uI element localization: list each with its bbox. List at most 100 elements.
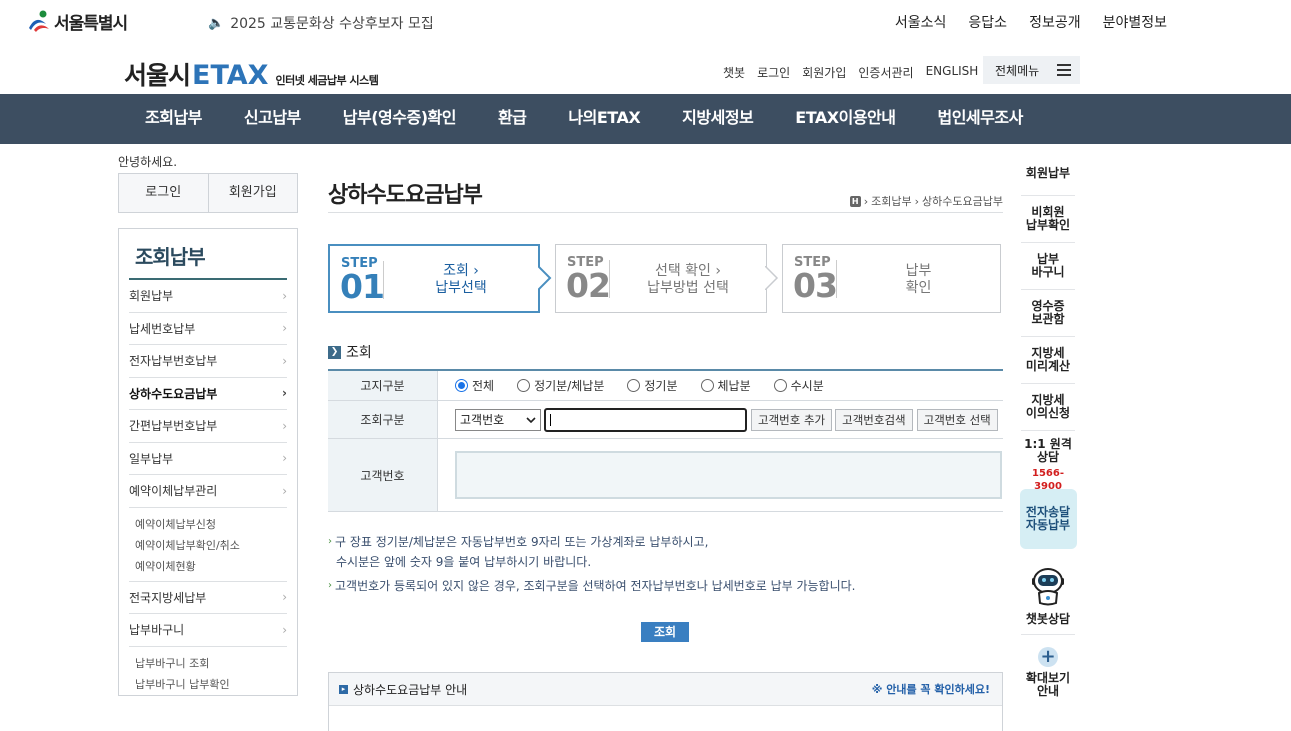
side-menu: 조회납부 회원납부 › 납세번호납부 › 전자납부번호납부 › 상하수도요금납부 › 간… xyxy=(118,228,298,696)
radio-icon xyxy=(517,379,531,392)
step-line2: 납부선택 xyxy=(435,280,487,296)
util-chatbot[interactable]: 챗봇 xyxy=(723,64,745,81)
gnb-my-etax[interactable]: 나의ETAX xyxy=(547,94,661,144)
select-value: 고객번호 xyxy=(460,413,505,427)
search-form: 고지구분 전체 정기분/체납분 정기분 체납분 수시분 조회구분 고객번호 고객… xyxy=(328,369,1003,512)
radio-label: 체납분 xyxy=(717,379,751,393)
chevron-down-icon xyxy=(526,416,536,423)
side-item-label: 상하수도요금납부 xyxy=(129,386,218,401)
quick-label: 확대보기 안내 xyxy=(1025,671,1071,698)
radio-regular-arrears[interactable]: 정기분/체납분 xyxy=(517,377,604,394)
util-english[interactable]: ENGLISH xyxy=(926,64,979,81)
consult-phone: 1566-3900 xyxy=(1032,468,1064,492)
home-icon[interactable]: H xyxy=(849,195,861,207)
hamburger-icon xyxy=(1057,64,1071,76)
gnb-etax-guide[interactable]: ETAX이용안내 xyxy=(774,94,916,144)
radio-all[interactable]: 전체 xyxy=(455,377,494,394)
side-sub-reserve-apply[interactable]: 예약이체납부신청 xyxy=(135,514,287,535)
customer-number-textarea[interactable] xyxy=(455,451,1002,499)
top-bar: 서울특별시 🔈 2025 교통문화상 수상후보자 모집 서울소식 응답소 정보공… xyxy=(0,0,1291,44)
chevron-right-icon: › xyxy=(282,483,287,498)
util-cert[interactable]: 인증서관리 xyxy=(858,64,913,81)
step-number: 03 xyxy=(793,266,838,305)
side-sub-reserve-check[interactable]: 예약이체납부확인/취소 xyxy=(135,535,287,556)
search-type-select[interactable]: 고객번호 xyxy=(455,408,541,431)
search-customer-number-button[interactable]: 고객번호검색 xyxy=(835,408,913,431)
etax-brand[interactable]: 서울시 ETAX 인터넷 세금납부 시스템 xyxy=(124,56,379,92)
chevron-right-icon: › xyxy=(282,590,287,605)
robot-icon xyxy=(1032,568,1064,606)
side-item-national-tax[interactable]: 전국지방세납부 › xyxy=(129,582,287,614)
side-item-basket[interactable]: 납부바구니 › xyxy=(129,614,287,647)
all-menu-button[interactable]: 전체메뉴 xyxy=(983,56,1080,84)
speaker-icon: 🔈 xyxy=(208,15,225,31)
gnb-report-pay[interactable]: 신고납부 xyxy=(223,94,322,144)
top-notice[interactable]: 🔈 2025 교통문화상 수상후보자 모집 xyxy=(208,13,434,33)
radio-occasional[interactable]: 수시분 xyxy=(773,377,824,394)
side-sub-basket-view[interactable]: 납부바구니 조회 xyxy=(135,653,287,674)
top-link-response[interactable]: 응답소 xyxy=(968,12,1007,32)
query-button[interactable]: 조회 xyxy=(641,622,689,642)
side-join-button[interactable]: 회원가입 xyxy=(207,174,298,212)
side-item-label: 전자납부번호납부 xyxy=(129,354,218,369)
side-sub-reserve-status[interactable]: 예약이체현황 xyxy=(135,556,287,577)
quick-guest-check[interactable]: 비회원 납부확인 xyxy=(1021,196,1075,243)
form-row-notice-type: 고지구분 전체 정기분/체납분 정기분 체납분 수시분 xyxy=(328,371,1003,401)
arrow-square-icon: ▸ xyxy=(339,684,348,694)
breadcrumb-item[interactable]: 조회납부 xyxy=(871,193,911,209)
add-customer-number-button[interactable]: 고객번호 추가 xyxy=(751,408,833,431)
breadcrumb-sep-icon: › xyxy=(914,194,920,208)
chevron-right-icon: › xyxy=(282,386,287,401)
seoul-logo[interactable]: 서울특별시 xyxy=(26,8,128,34)
radio-arrears[interactable]: 체납분 xyxy=(700,377,751,394)
side-submenu-basket: 납부바구니 조회 납부바구니 납부확인 xyxy=(129,647,287,699)
radio-regular[interactable]: 정기분 xyxy=(627,377,678,394)
title-divider xyxy=(328,212,1003,213)
notice-type-radios: 전체 정기분/체납분 정기분 체납분 수시분 xyxy=(438,371,1003,400)
side-item-taxno-pay[interactable]: 납세번호납부 › xyxy=(129,313,287,345)
quick-zoom-guide[interactable]: + 확대보기 안내 xyxy=(1021,635,1075,705)
quick-tax-calc[interactable]: 지방세 미리계산 xyxy=(1021,337,1075,384)
quick-basket[interactable]: 납부 바구니 xyxy=(1021,243,1075,290)
quick-remote-consult[interactable]: 1:1 원격 상담 1566-3900 xyxy=(1021,431,1075,493)
chevron-right-icon: › xyxy=(282,451,287,466)
step-line2: 납부방법 선택 xyxy=(647,280,729,296)
guide-header: ▸ 상하수도요금납부 안내 ※ 안내를 꼭 확인하세요! xyxy=(329,673,1002,706)
radio-label: 수시분 xyxy=(790,379,824,393)
side-item-member-pay[interactable]: 회원납부 › xyxy=(129,280,287,313)
step-text: 납부 확인 xyxy=(837,263,1000,297)
util-login[interactable]: 로그인 xyxy=(757,64,790,81)
top-link-fields[interactable]: 분야별정보 xyxy=(1103,12,1167,32)
page-title: 상하수도요금납부 xyxy=(328,183,483,208)
util-join[interactable]: 회원가입 xyxy=(802,64,846,81)
side-login-button[interactable]: 로그인 xyxy=(119,174,208,212)
gnb-corp-audit[interactable]: 법인세무조사 xyxy=(916,94,1043,144)
gnb-refund[interactable]: 환급 xyxy=(477,94,547,144)
top-link-news[interactable]: 서울소식 xyxy=(895,12,947,32)
select-customer-number-button[interactable]: 고객번호 선택 xyxy=(916,408,998,431)
top-link-disclosure[interactable]: 정보공개 xyxy=(1029,12,1081,32)
side-sub-basket-confirm[interactable]: 납부바구니 납부확인 xyxy=(135,674,287,695)
quick-receipt-box[interactable]: 영수증 보관함 xyxy=(1021,290,1075,337)
breadcrumb: H › 조회납부 › 상하수도요금납부 xyxy=(849,193,1003,209)
top-notice-text[interactable]: 2025 교통문화상 수상후보자 모집 xyxy=(230,13,434,33)
side-item-partial-pay[interactable]: 일부납부 › xyxy=(129,443,287,475)
radio-label: 정기분 xyxy=(644,379,678,393)
quick-objection[interactable]: 지방세 이의신청 xyxy=(1021,384,1075,431)
side-item-water-pay[interactable]: 상하수도요금납부 › xyxy=(129,378,287,410)
quick-member-pay[interactable]: 회원납부 xyxy=(1021,152,1075,196)
chevron-right-icon: › xyxy=(282,353,287,368)
chevron-right-icon: › xyxy=(282,288,287,303)
gnb-inquiry-pay[interactable]: 조회납부 xyxy=(124,94,223,144)
side-item-simple-pay[interactable]: 간편납부번호납부 › xyxy=(129,410,287,443)
step-line1: 선택 확인 xyxy=(654,263,711,279)
gnb-local-tax-info[interactable]: 지방세정보 xyxy=(661,94,774,144)
side-item-reserve-transfer[interactable]: 예약이체납부관리 › xyxy=(129,475,287,508)
customer-number-input[interactable] xyxy=(544,407,747,432)
chevron-right-icon: › xyxy=(282,622,287,637)
gnb-receipt[interactable]: 납부(영수증)확인 xyxy=(322,94,477,144)
side-item-epay-no-pay[interactable]: 전자납부번호납부 › xyxy=(129,345,287,378)
quick-ebill-autopay[interactable]: 전자송달 자동납부 xyxy=(1019,489,1077,549)
quick-chatbot[interactable]: 챗봇상담 xyxy=(1021,549,1075,635)
section-heading: ❯ 조회 xyxy=(328,342,372,362)
